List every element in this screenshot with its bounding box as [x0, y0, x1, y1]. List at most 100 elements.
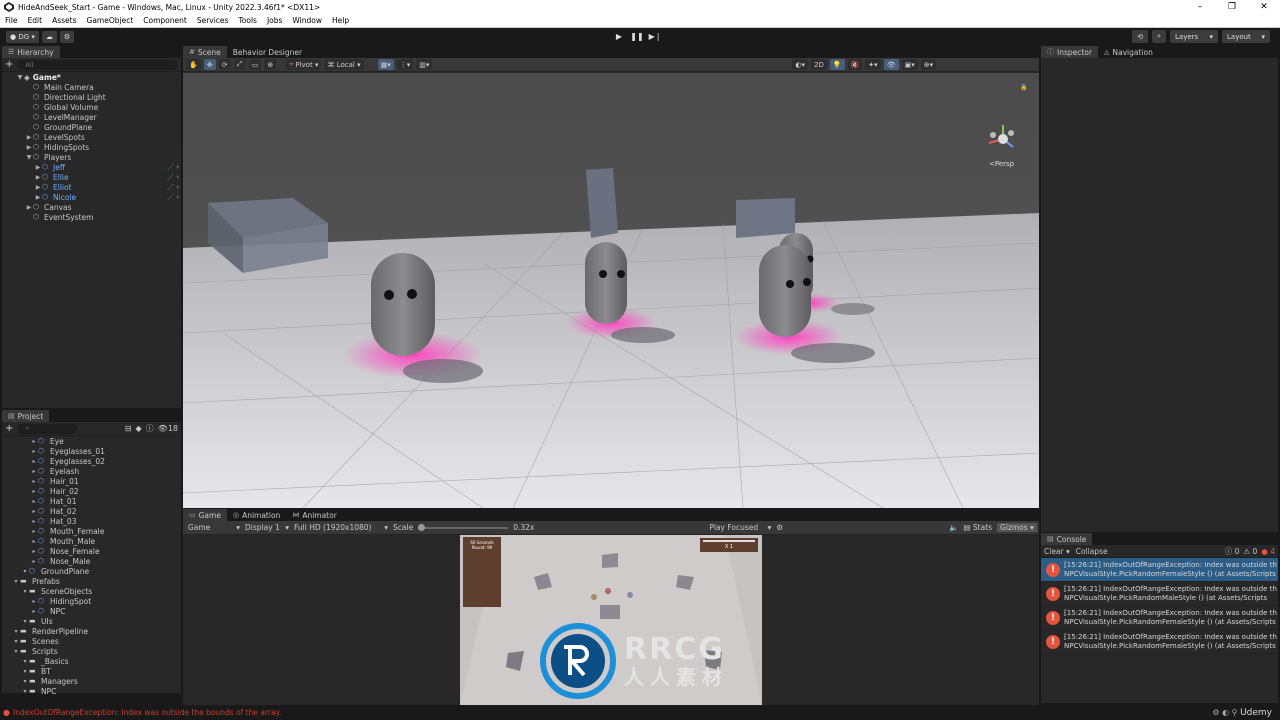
expand-arrow-icon[interactable]: ▶ [34, 164, 42, 171]
menu-file[interactable]: File [0, 16, 23, 25]
expand-arrow-icon[interactable]: ▸ [30, 598, 38, 605]
stats-button[interactable]: ▤ Stats [963, 523, 992, 532]
project-item[interactable]: ▾ ▬ NPC [2, 686, 181, 696]
project-item[interactable]: ▸ ⬡ Eyelash [2, 466, 181, 476]
rect-tool-icon[interactable]: ▭ [248, 59, 262, 70]
play-focused-dropdown[interactable]: Play Focused ▾ [709, 523, 771, 532]
lighting-toggle-icon[interactable]: 💡 [829, 59, 845, 70]
cloud-button[interactable]: ☁ [41, 30, 57, 43]
move-tool-icon[interactable]: ✥ [203, 59, 216, 70]
hierarchy-item[interactable]: ⬡ Main Camera [2, 82, 181, 92]
hand-tool-icon[interactable]: ✋ [186, 59, 201, 70]
project-item[interactable]: ▸ ⬡ Mouth_Male [2, 536, 181, 546]
project-item[interactable]: ▸ ⬡ Eye [2, 436, 181, 446]
expand-arrow-icon[interactable]: ▶ [25, 144, 33, 151]
display-dropdown[interactable]: Display 1 ▾ [245, 523, 289, 532]
menu-component[interactable]: Component [138, 16, 192, 25]
maximize-button[interactable]: ❐ [1216, 2, 1248, 12]
hierarchy-item[interactable]: ▶ ⬡ Nicole ⋰ › [2, 192, 181, 202]
account-button[interactable]: ● DG ▾ [6, 30, 39, 43]
pivot-dropdown[interactable]: ⌖ Pivot ▾ [286, 59, 322, 70]
visibility-toggle-icon[interactable]: 👁 [883, 59, 899, 70]
expand-arrow-icon[interactable]: ▾ [12, 648, 20, 655]
transform-tool-icon[interactable]: ⊕ [264, 59, 277, 70]
scene-root[interactable]: ▼ ◈ Game* [2, 72, 181, 82]
project-item[interactable]: ▸ ⬡ Hair_01 [2, 476, 181, 486]
project-item[interactable]: ▾ ▬ Scripts [2, 646, 181, 656]
console-entry[interactable]: ! [15:26:21] IndexOutOfRangeException: In… [1041, 558, 1278, 582]
expand-arrow-icon[interactable]: ▾ [21, 658, 29, 665]
lock-icon[interactable]: 🔒 [1020, 84, 1027, 91]
expand-arrow-icon[interactable]: ▸ [30, 558, 38, 565]
filter-label-icon[interactable]: ◆ [136, 424, 142, 433]
expand-arrow-icon[interactable]: ▾ [12, 638, 20, 645]
menu-assets[interactable]: Assets [47, 16, 81, 25]
gizmos-dropdown[interactable]: Gizmos ▾ [997, 523, 1037, 532]
expand-arrow-icon[interactable]: ▶ [34, 174, 42, 181]
tab-console[interactable]: ▤ Console [1041, 533, 1093, 545]
history-button[interactable]: ⟲ [1132, 30, 1149, 43]
project-item[interactable]: ▸ ⬡ Hat_01 [2, 496, 181, 506]
project-item[interactable]: ▾ ▬ Managers [2, 676, 181, 686]
console-entry[interactable]: ! [15:26:21] IndexOutOfRangeException: In… [1041, 606, 1278, 630]
expand-arrow-icon[interactable]: ▶ [25, 204, 33, 211]
hierarchy-item[interactable]: ▶ ⬡ HidingSpots [2, 142, 181, 152]
error-count[interactable]: ● 4 [1261, 547, 1275, 556]
menu-jobs[interactable]: Jobs [262, 16, 287, 25]
resolution-dropdown[interactable]: Full HD (1920x1080) ▾ [294, 523, 388, 532]
expand-arrow-icon[interactable]: ▼ [16, 74, 24, 81]
tab-inspector[interactable]: ⓘ Inspector [1041, 46, 1098, 58]
expand-arrow-icon[interactable]: ▼ [25, 154, 33, 161]
expand-arrow-icon[interactable]: ▸ [30, 518, 38, 525]
expand-arrow-icon[interactable]: ▸ [30, 538, 38, 545]
collapse-button[interactable]: Collapse [1076, 547, 1108, 556]
expand-arrow-icon[interactable]: ▸ [30, 448, 38, 455]
camera-settings-icon[interactable]: ▣▾ [901, 59, 918, 70]
scale-tool-icon[interactable]: ⤢ [233, 59, 246, 70]
hierarchy-item[interactable]: ▶ ⬡ Canvas [2, 202, 181, 212]
expand-arrow-icon[interactable]: ▾ [12, 628, 20, 635]
expand-arrow-icon[interactable]: ▸ [30, 528, 38, 535]
project-item[interactable]: ▾ ▬ Prefabs [2, 576, 181, 586]
hierarchy-item[interactable]: ▶ ⬡ Elliot ⋰ › [2, 182, 181, 192]
mute-audio-icon[interactable]: 🔈 [949, 523, 958, 532]
expand-arrow-icon[interactable]: ▸ [30, 438, 38, 445]
close-button[interactable]: ✕ [1248, 2, 1280, 12]
tab-scene[interactable]: # Scene [183, 46, 227, 58]
console-entry[interactable]: ! [15:26:21] IndexOutOfRangeException: In… [1041, 582, 1278, 606]
project-item[interactable]: ▾ ▬ RenderPipeline [2, 626, 181, 636]
project-item[interactable]: ▸ ⬡ Nose_Female [2, 546, 181, 556]
play-button[interactable]: ▶ [610, 30, 628, 43]
minimize-button[interactable]: – [1184, 2, 1216, 12]
expand-arrow-icon[interactable]: ▸ [30, 488, 38, 495]
audio-toggle-icon[interactable]: 🔇 [847, 59, 863, 70]
prefab-override-icon[interactable]: ⋰ › [167, 193, 179, 201]
expand-arrow-icon[interactable]: ▸ [30, 548, 38, 555]
hierarchy-item[interactable]: ▶ ⬡ Ellie ⋰ › [2, 172, 181, 182]
menu-gameobject[interactable]: GameObject [82, 16, 139, 25]
add-icon[interactable]: + [5, 59, 13, 70]
scene-viewport[interactable]: <Persp 🔒 [183, 73, 1039, 508]
scale-slider[interactable] [418, 523, 509, 531]
layers-dropdown[interactable]: Layers ▾ [1170, 30, 1218, 43]
project-item[interactable]: ▾ ▬ BT [2, 666, 181, 676]
menu-window[interactable]: Window [287, 16, 327, 25]
expand-arrow-icon[interactable]: ▸ [30, 458, 38, 465]
increment-snap-button[interactable]: ▥▾ [416, 59, 433, 70]
filter-type-icon[interactable]: ⊟ [125, 424, 132, 433]
expand-arrow-icon[interactable]: ▸ [30, 468, 38, 475]
menu-edit[interactable]: Edit [23, 16, 48, 25]
game-view-dropdown[interactable]: Game ▾ [188, 523, 240, 532]
hierarchy-item[interactable]: ⬡ LevelManager [2, 112, 181, 122]
draw-mode-button[interactable]: ◐▾ [792, 59, 809, 70]
expand-arrow-icon[interactable]: ▸ [30, 508, 38, 515]
collab-button[interactable]: ⚙ [59, 30, 75, 43]
project-item[interactable]: ▸ ⬡ Eyeglasses_01 [2, 446, 181, 456]
hierarchy-item[interactable]: ⬡ Global Volume [2, 102, 181, 112]
project-item[interactable]: ▾ ▬ SceneObjects [2, 586, 181, 596]
gizmos-toggle-icon[interactable]: ⊕▾ [920, 59, 937, 70]
expand-arrow-icon[interactable]: ▶ [25, 134, 33, 141]
prefab-override-icon[interactable]: ⋰ › [167, 183, 179, 191]
prefab-override-icon[interactable]: ⋰ › [167, 173, 179, 181]
expand-arrow-icon[interactable]: ▸ [30, 498, 38, 505]
